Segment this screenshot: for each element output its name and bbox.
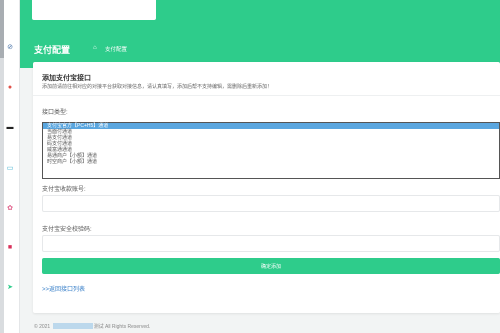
footer-suffix: 测试 All Rights Reserved. — [93, 324, 151, 330]
sidebar-scrollbar[interactable] — [0, 0, 4, 333]
divider — [33, 95, 500, 96]
breadcrumb-current: 支付配置 — [105, 47, 128, 53]
send-icon[interactable]: ➤ — [6, 284, 14, 292]
card-description: 添加前请前往相对应的对接平台获取对接信息，请认真填写，添加后帮不支持编辑，需删除… — [42, 84, 273, 90]
card-title: 添加支付宝接口 — [42, 75, 91, 82]
mail-icon[interactable]: ▬ — [6, 124, 14, 132]
page-title: 支付配置 — [34, 45, 71, 55]
back-to-list-link[interactable]: >>返回接口列表 — [42, 284, 85, 293]
site-name-redacted — [52, 323, 93, 329]
home-icon[interactable]: ⌂ — [93, 45, 97, 51]
sidebar-scrollbar-thumb[interactable] — [0, 0, 4, 58]
interface-type-select[interactable]: 支付宝官方【PC+H5】通道 当面付通道 易支付通道 码支付通道 威富通通道 易通商户【小… — [42, 122, 500, 179]
interface-type-label: 接口类型: — [42, 110, 68, 116]
submit-button[interactable]: 确定添加 — [42, 258, 500, 274]
key-label: 支付宝安全校验码: — [42, 227, 92, 233]
add-alipay-card: 添加支付宝接口 添加前请前往相对应的对接平台获取对接信息，请认真填写，添加后帮不… — [33, 62, 500, 313]
page-header: 支付配置 ⌂ 支付配置 — [20, 0, 500, 68]
footer-prefix: © 2021 — [34, 324, 51, 330]
top-search-input[interactable] — [32, 0, 156, 20]
interface-option[interactable]: 时空商户【小额】通道 — [43, 159, 499, 165]
gear-icon[interactable]: ✿ — [6, 205, 14, 213]
key-input[interactable] — [42, 235, 500, 252]
card-icon[interactable]: ▭ — [6, 165, 14, 173]
bag-icon[interactable]: ■ — [6, 244, 14, 252]
user-icon[interactable]: ● — [6, 84, 14, 92]
icon-sidebar: ⊘ ● ▬ ▭ ✿ ■ ➤ — [0, 0, 20, 333]
compass-icon[interactable]: ⊘ — [6, 44, 14, 52]
account-label: 支付宝收款账号: — [42, 187, 86, 193]
footer: © 2021 测试 All Rights Reserved. — [34, 323, 150, 330]
account-input[interactable] — [42, 195, 500, 212]
